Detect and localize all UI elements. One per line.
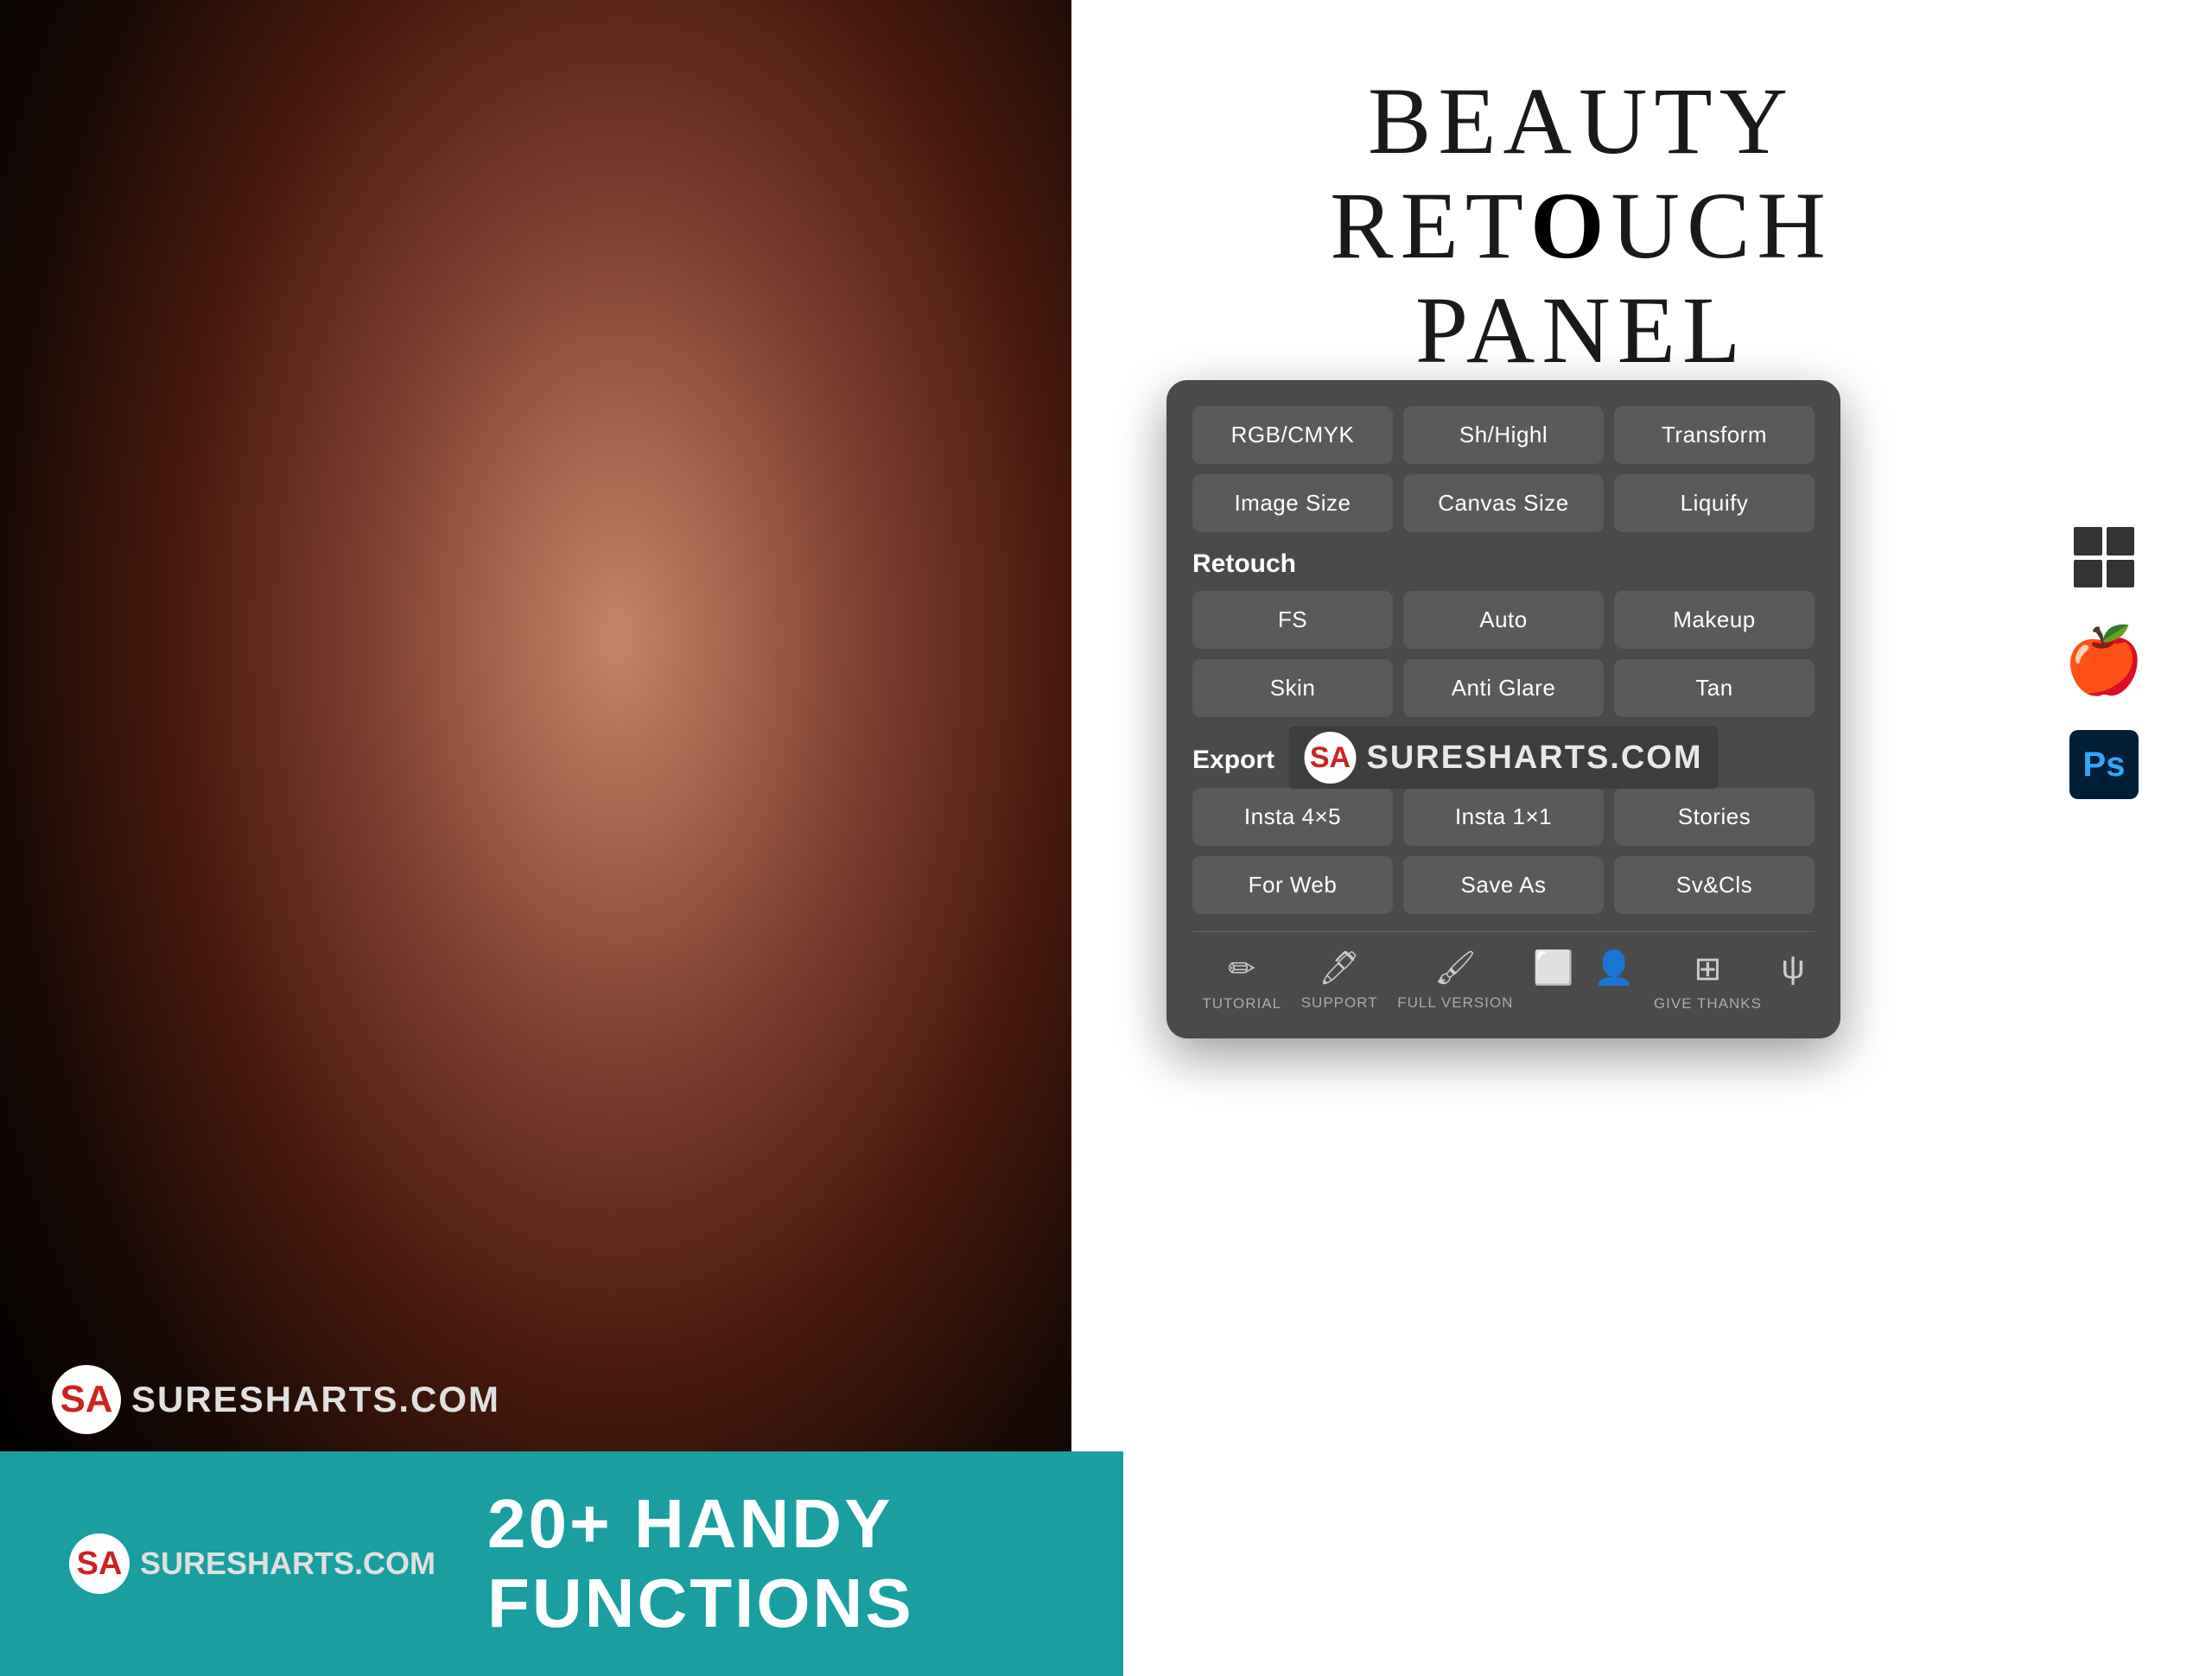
tagline-number: 20+ xyxy=(487,1485,613,1562)
image-size-button[interactable]: Image Size xyxy=(1192,474,1393,532)
stamp-icon: 👤 xyxy=(1593,949,1634,987)
tutorial-label: TUTORIAL xyxy=(1202,995,1281,1013)
fs-button[interactable]: FS xyxy=(1192,591,1393,649)
fork-icon: ψ xyxy=(1782,949,1805,987)
photoshop-icon-container: Ps xyxy=(2065,726,2143,803)
panel-brand-text: SURESHARTS.COM xyxy=(1366,740,1702,777)
export-row-2: For Web Save As Sv&Cls xyxy=(1192,856,1815,914)
windows-icon xyxy=(2074,527,2134,587)
photo-section: SA SURESHARTS.COM xyxy=(0,0,1123,1676)
makeup-button[interactable]: Makeup xyxy=(1614,591,1815,649)
eraser-tool[interactable]: ⬜ xyxy=(1533,949,1573,994)
bottom-tagline: 20+ HANDY FUNCTIONS xyxy=(487,1485,914,1641)
support-tool[interactable]: 🖊 SUPPORT xyxy=(1301,949,1378,1012)
eraser-icon: ⬜ xyxy=(1533,949,1573,987)
bottom-logo-mark: SA xyxy=(69,1533,130,1594)
win-sq-4 xyxy=(2107,560,2135,588)
apple-icon: 🍎 xyxy=(2063,629,2144,694)
export-label: Export xyxy=(1192,746,1274,775)
add-icon: ⊞ xyxy=(1694,949,1722,988)
add-tool[interactable]: ⊞ GIVE THANKS xyxy=(1654,949,1762,1013)
win-sq-3 xyxy=(2074,560,2102,588)
pen-icon: 🖊 xyxy=(1319,949,1360,987)
skin-button[interactable]: Skin xyxy=(1192,659,1393,717)
anti-glare-button[interactable]: Anti Glare xyxy=(1403,659,1604,717)
brush-icon: 🖌 xyxy=(1434,949,1476,987)
toolbar: ✏ TUTORIAL 🖊 SUPPORT 🖌 FULL VERSION ⬜ 👤 … xyxy=(1192,931,1815,1013)
title-line2: PANEL xyxy=(1106,278,2056,383)
stamp-tool[interactable]: 👤 xyxy=(1593,949,1634,994)
retouch-row-2: Skin Anti Glare Tan xyxy=(1192,659,1815,717)
tutorial-tool[interactable]: ✏ TUTORIAL xyxy=(1202,949,1281,1013)
insta-4x5-button[interactable]: Insta 4×5 xyxy=(1192,788,1393,846)
for-web-button[interactable]: For Web xyxy=(1192,856,1393,914)
bottom-strip: SA SURESHARTS.COM 20+ HANDY FUNCTIONS xyxy=(0,1451,1123,1676)
win-sq-1 xyxy=(2074,527,2102,555)
platform-icons: 🍎 Ps xyxy=(2065,518,2143,803)
panel-container: RGB/CMYK Sh/Highl Transform Image Size C… xyxy=(1166,380,1840,1038)
bottom-tagline-container: 20+ HANDY FUNCTIONS xyxy=(487,1484,1123,1643)
sh-highl-button[interactable]: Sh/Highl xyxy=(1403,406,1604,464)
title-bold-o: O xyxy=(1530,173,1611,278)
windows-icon-container xyxy=(2065,518,2143,596)
win-sq-2 xyxy=(2107,527,2135,555)
full-version-tool[interactable]: 🖌 FULL VERSION xyxy=(1397,949,1513,1012)
title-line1: BEAUTY RETOUCH xyxy=(1106,69,2056,278)
export-row-1: Insta 4×5 Insta 1×1 Stories xyxy=(1192,788,1815,846)
give-thanks-label: GIVE THANKS xyxy=(1654,995,1762,1013)
stories-button[interactable]: Stories xyxy=(1614,788,1815,846)
fork-tool[interactable]: ψ xyxy=(1782,949,1805,994)
insta-1x1-button[interactable]: Insta 1×1 xyxy=(1403,788,1604,846)
full-version-label: FULL VERSION xyxy=(1397,994,1513,1012)
sv-cls-button[interactable]: Sv&Cls xyxy=(1614,856,1815,914)
auto-button[interactable]: Auto xyxy=(1403,591,1604,649)
retouch-row-1: FS Auto Makeup xyxy=(1192,591,1815,649)
retouch-label: Retouch xyxy=(1192,549,1815,579)
photoshop-icon: Ps xyxy=(2069,730,2139,799)
pencil-icon: ✏ xyxy=(1228,949,1255,988)
save-as-button[interactable]: Save As xyxy=(1403,856,1604,914)
tan-button[interactable]: Tan xyxy=(1614,659,1815,717)
liquify-button[interactable]: Liquify xyxy=(1614,474,1815,532)
photo-brand: SURESHARTS.COM xyxy=(131,1379,500,1420)
panel-watermark-row: Export SA SURESHARTS.COM xyxy=(1192,727,1815,788)
top-row-2: Image Size Canvas Size Liquify xyxy=(1192,474,1815,532)
bottom-brand-text: SURESHARTS.COM xyxy=(140,1546,435,1582)
top-row-1: RGB/CMYK Sh/Highl Transform xyxy=(1192,406,1815,464)
transform-button[interactable]: Transform xyxy=(1614,406,1815,464)
main-title: BEAUTY RETOUCH PANEL xyxy=(1106,69,2056,383)
support-label: SUPPORT xyxy=(1301,994,1378,1012)
canvas-size-button[interactable]: Canvas Size xyxy=(1403,474,1604,532)
apple-icon-container: 🍎 xyxy=(2065,622,2143,700)
rgb-cmyk-button[interactable]: RGB/CMYK xyxy=(1192,406,1393,464)
bottom-logo: SA SURESHARTS.COM xyxy=(69,1533,435,1594)
title-area: BEAUTY RETOUCH PANEL xyxy=(1106,69,2056,383)
